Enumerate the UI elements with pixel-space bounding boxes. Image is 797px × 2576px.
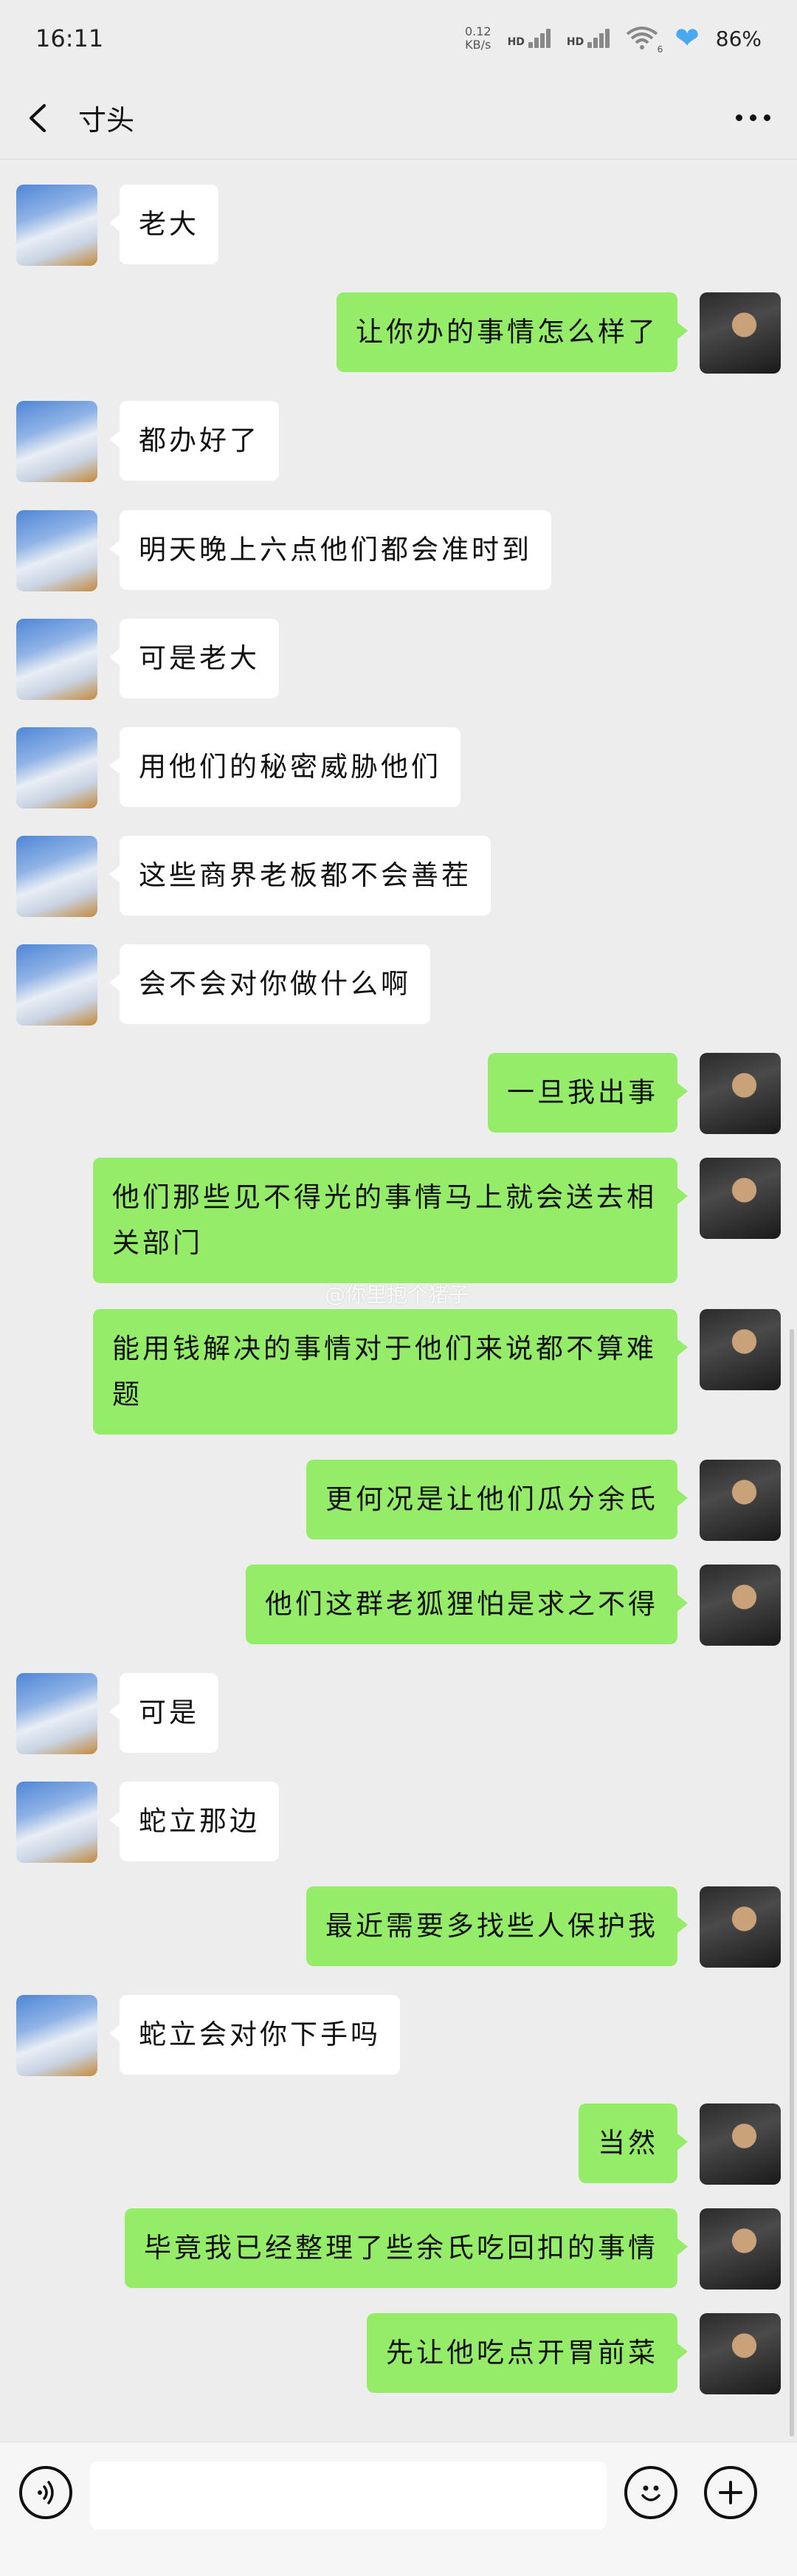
status-time: 16:11 bbox=[35, 24, 104, 52]
message-incoming: 可是老大 bbox=[16, 619, 279, 700]
message-bubble[interactable]: 老大 bbox=[109, 185, 218, 264]
message-bubble[interactable]: 会不会对你做什么啊 bbox=[109, 944, 430, 1024]
avatar-contact[interactable] bbox=[16, 1673, 97, 1754]
message-incoming: 明天晚上六点他们都会准时到 bbox=[16, 510, 551, 591]
message-bubble[interactable]: 他们这群老狐狸怕是求之不得 bbox=[246, 1565, 688, 1644]
hd-label-1: HD bbox=[507, 36, 525, 48]
avatar-self[interactable] bbox=[700, 292, 781, 374]
scrollbar[interactable] bbox=[790, 1329, 794, 2436]
message-outgoing: 一旦我出事 bbox=[488, 1053, 781, 1134]
avatar-contact[interactable] bbox=[16, 836, 97, 917]
chat-title: 寸头 bbox=[78, 104, 135, 137]
message-outgoing: 他们那些见不得光的事情马上就会送去相关部门 bbox=[93, 1158, 781, 1283]
hd-label-2: HD bbox=[566, 36, 584, 48]
message-bubble[interactable]: 可是老大 bbox=[109, 619, 279, 698]
message-incoming: 蛇立会对你下手吗 bbox=[16, 1995, 400, 2076]
avatar-self[interactable] bbox=[700, 1886, 781, 1968]
message-bubble[interactable]: 让你办的事情怎么样了 bbox=[337, 292, 688, 372]
battery-percent: 86% bbox=[715, 26, 762, 51]
avatar-contact[interactable] bbox=[16, 619, 97, 700]
message-bubble[interactable]: 都办好了 bbox=[109, 401, 279, 481]
message-incoming: 老大 bbox=[16, 185, 218, 266]
message-bubble[interactable]: 先让他吃点开胃前菜 bbox=[367, 2313, 688, 2393]
message-bubble[interactable]: 这些商界老板都不会善茬 bbox=[109, 836, 491, 916]
message-bubble[interactable]: 毕竟我已经整理了些余氏吃回扣的事情 bbox=[125, 2208, 688, 2288]
message-bubble[interactable]: 一旦我出事 bbox=[488, 1053, 688, 1133]
message-incoming: 都办好了 bbox=[16, 401, 279, 482]
message-incoming: 会不会对你做什么啊 bbox=[16, 944, 430, 1026]
message-outgoing: 能用钱解决的事情对于他们来说都不算难题 bbox=[93, 1309, 781, 1435]
network-speed-unit: KB/s bbox=[465, 38, 491, 52]
avatar-self[interactable] bbox=[700, 2208, 781, 2290]
avatar-contact[interactable] bbox=[16, 944, 97, 1026]
network-speed-value: 0.12 bbox=[464, 24, 491, 38]
message-outgoing: 让你办的事情怎么样了 bbox=[337, 292, 781, 374]
message-outgoing: 先让他吃点开胃前菜 bbox=[367, 2313, 781, 2394]
message-bubble[interactable]: 用他们的秘密威胁他们 bbox=[109, 727, 460, 807]
avatar-contact[interactable] bbox=[16, 401, 97, 482]
network-speed: 0.12 KB/s bbox=[465, 25, 491, 52]
wifi-label: 6 bbox=[657, 44, 663, 55]
voice-icon[interactable] bbox=[19, 2466, 72, 2519]
message-incoming: 用他们的秘密威胁他们 bbox=[16, 727, 460, 808]
avatar-self[interactable] bbox=[700, 1565, 781, 1646]
message-bubble[interactable]: 蛇立会对你下手吗 bbox=[109, 1995, 400, 2075]
message-bubble[interactable]: 能用钱解决的事情对于他们来说都不算难题 bbox=[93, 1309, 688, 1435]
message-bubble[interactable]: 最近需要多找些人保护我 bbox=[306, 1886, 688, 1966]
message-bubble[interactable]: 可是 bbox=[109, 1673, 218, 1753]
message-outgoing: 更何况是让他们瓜分余氏 bbox=[306, 1460, 781, 1541]
avatar-self[interactable] bbox=[700, 1053, 781, 1134]
message-outgoing: 当然 bbox=[579, 2103, 781, 2185]
avatar-self[interactable] bbox=[700, 2313, 781, 2394]
signal-1-icon: HD bbox=[508, 29, 551, 48]
message-input[interactable] bbox=[90, 2462, 607, 2529]
avatar-contact[interactable] bbox=[16, 727, 97, 808]
watermark: @你里抱个猪子 bbox=[325, 1282, 470, 1307]
message-incoming: 这些商界老板都不会善茬 bbox=[16, 836, 491, 917]
avatar-contact[interactable] bbox=[16, 185, 97, 266]
message-bubble[interactable]: 他们那些见不得光的事情马上就会送去相关部门 bbox=[93, 1158, 688, 1283]
avatar-self[interactable] bbox=[700, 1460, 781, 1541]
avatar-self[interactable] bbox=[700, 1309, 781, 1390]
message-bubble[interactable]: 更何况是让他们瓜分余氏 bbox=[306, 1460, 688, 1539]
message-outgoing: 毕竟我已经整理了些余氏吃回扣的事情 bbox=[125, 2208, 781, 2290]
input-bar bbox=[0, 2442, 797, 2576]
avatar-contact[interactable] bbox=[16, 510, 97, 591]
status-icons: 0.12 KB/s HD HD 6 ❤ 86% bbox=[465, 21, 762, 55]
avatar-self[interactable] bbox=[700, 2103, 781, 2185]
message-bubble[interactable]: 当然 bbox=[579, 2103, 688, 2183]
avatar-contact[interactable] bbox=[16, 1782, 97, 1863]
chat-header: 寸头 bbox=[0, 77, 797, 159]
message-bubble[interactable]: 明天晚上六点他们都会准时到 bbox=[109, 510, 551, 590]
message-outgoing: 最近需要多找些人保护我 bbox=[306, 1886, 781, 1968]
message-incoming: 蛇立那边 bbox=[16, 1782, 279, 1863]
wifi-icon: 6 bbox=[626, 27, 663, 55]
emoji-icon[interactable] bbox=[624, 2466, 677, 2519]
more-options-icon[interactable] bbox=[736, 114, 770, 121]
signal-2-icon: HD bbox=[567, 29, 610, 48]
back-arrow-icon[interactable] bbox=[27, 103, 56, 133]
avatar-self[interactable] bbox=[700, 1158, 781, 1239]
plus-icon[interactable] bbox=[704, 2466, 757, 2519]
message-bubble[interactable]: 蛇立那边 bbox=[109, 1782, 279, 1861]
message-outgoing: 他们这群老狐狸怕是求之不得 bbox=[246, 1565, 781, 1646]
avatar-contact[interactable] bbox=[16, 1995, 97, 2076]
heart-battery-icon: ❤ bbox=[674, 21, 700, 55]
message-incoming: 可是 bbox=[16, 1673, 218, 1754]
status-bar: 16:11 0.12 KB/s HD HD 6 ❤ 86% bbox=[0, 0, 797, 77]
